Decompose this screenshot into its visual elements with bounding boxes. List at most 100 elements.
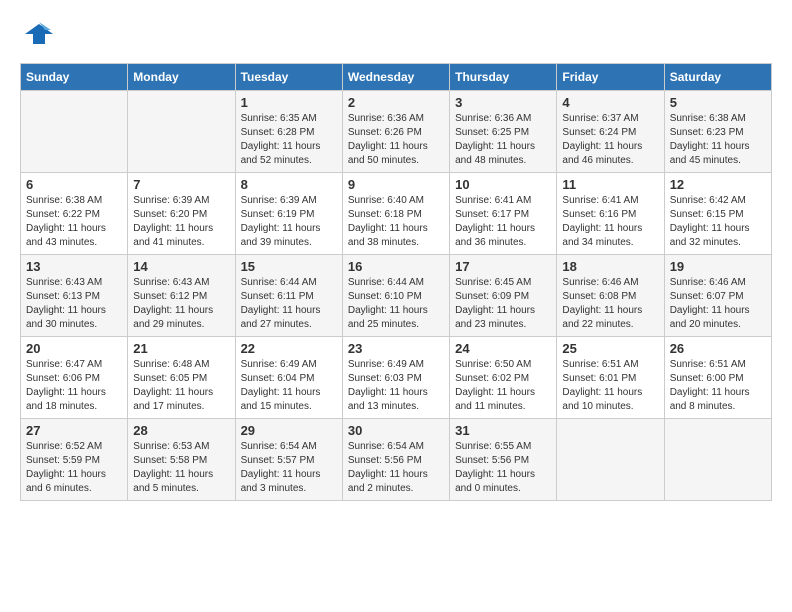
calendar-cell: 16 Sunrise: 6:44 AM Sunset: 6:10 PM Dayli…	[342, 255, 449, 337]
calendar-table: SundayMondayTuesdayWednesdayThursdayFrid…	[20, 63, 772, 501]
calendar-cell: 2 Sunrise: 6:36 AM Sunset: 6:26 PM Daylig…	[342, 91, 449, 173]
calendar-cell: 4Sunrise: 6:37 AM Sunset: 6:24 PM Daylig…	[557, 91, 664, 173]
day-number: 2	[348, 95, 444, 110]
calendar-cell: 7Sunrise: 6:39 AM Sunset: 6:20 PM Daylig…	[128, 173, 235, 255]
calendar-cell: 19 Sunrise: 6:46 AM Sunset: 6:07 PM Dayli…	[664, 255, 771, 337]
day-number: 15	[241, 259, 337, 274]
calendar-cell: 12 Sunrise: 6:42 AM Sunset: 6:15 PM Dayli…	[664, 173, 771, 255]
calendar-cell: 11Sunrise: 6:41 AM Sunset: 6:16 PM Dayli…	[557, 173, 664, 255]
day-details: Sunrise: 6:50 AM Sunset: 6:02 PM Dayligh…	[455, 358, 551, 414]
calendar-cell: 27 Sunrise: 6:52 AM Sunset: 5:59 PM Dayli…	[21, 419, 128, 501]
calendar-cell: 3 Sunrise: 6:36 AM Sunset: 6:25 PM Daylig…	[450, 91, 557, 173]
day-number: 19	[670, 259, 766, 274]
weekday-header-tuesday: Tuesday	[235, 64, 342, 91]
day-number: 10	[455, 177, 551, 192]
calendar-cell: 21 Sunrise: 6:48 AM Sunset: 6:05 PM Dayli…	[128, 337, 235, 419]
day-details: Sunrise: 6:54 AM Sunset: 5:56 PM Dayligh…	[348, 440, 444, 496]
calendar-cell: 31 Sunrise: 6:55 AM Sunset: 5:56 PM Dayli…	[450, 419, 557, 501]
calendar-cell	[21, 91, 128, 173]
weekday-header-monday: Monday	[128, 64, 235, 91]
calendar-cell: 20Sunrise: 6:47 AM Sunset: 6:06 PM Dayli…	[21, 337, 128, 419]
calendar-cell: 18 Sunrise: 6:46 AM Sunset: 6:08 PM Dayli…	[557, 255, 664, 337]
calendar-cell	[664, 419, 771, 501]
day-number: 23	[348, 341, 444, 356]
day-number: 6	[26, 177, 122, 192]
day-number: 30	[348, 423, 444, 438]
day-details: Sunrise: 6:38 AM Sunset: 6:22 PM Dayligh…	[26, 194, 122, 250]
day-number: 1	[241, 95, 337, 110]
calendar-cell: 22 Sunrise: 6:49 AM Sunset: 6:04 PM Dayli…	[235, 337, 342, 419]
day-number: 26	[670, 341, 766, 356]
day-details: Sunrise: 6:51 AM Sunset: 6:00 PM Dayligh…	[670, 358, 766, 414]
calendar-cell: 1 Sunrise: 6:35 AM Sunset: 6:28 PM Daylig…	[235, 91, 342, 173]
weekday-header-wednesday: Wednesday	[342, 64, 449, 91]
day-number: 27	[26, 423, 122, 438]
weekday-header-sunday: Sunday	[21, 64, 128, 91]
day-details: Sunrise: 6:55 AM Sunset: 5:56 PM Dayligh…	[455, 440, 551, 496]
calendar-cell: 13 Sunrise: 6:43 AM Sunset: 6:13 PM Dayli…	[21, 255, 128, 337]
day-details: Sunrise: 6:38 AM Sunset: 6:23 PM Dayligh…	[670, 112, 766, 168]
calendar-cell: 10 Sunrise: 6:41 AM Sunset: 6:17 PM Dayli…	[450, 173, 557, 255]
day-details: Sunrise: 6:53 AM Sunset: 5:58 PM Dayligh…	[133, 440, 229, 496]
day-number: 16	[348, 259, 444, 274]
day-number: 22	[241, 341, 337, 356]
day-details: Sunrise: 6:52 AM Sunset: 5:59 PM Dayligh…	[26, 440, 122, 496]
calendar-cell: 26 Sunrise: 6:51 AM Sunset: 6:00 PM Dayli…	[664, 337, 771, 419]
calendar-cell: 23 Sunrise: 6:49 AM Sunset: 6:03 PM Dayli…	[342, 337, 449, 419]
day-number: 8	[241, 177, 337, 192]
page-header	[20, 20, 772, 53]
day-details: Sunrise: 6:44 AM Sunset: 6:10 PM Dayligh…	[348, 276, 444, 332]
day-details: Sunrise: 6:41 AM Sunset: 6:17 PM Dayligh…	[455, 194, 551, 250]
day-number: 28	[133, 423, 229, 438]
day-details: Sunrise: 6:39 AM Sunset: 6:19 PM Dayligh…	[241, 194, 337, 250]
calendar-cell: 9 Sunrise: 6:40 AM Sunset: 6:18 PM Daylig…	[342, 173, 449, 255]
day-details: Sunrise: 6:49 AM Sunset: 6:04 PM Dayligh…	[241, 358, 337, 414]
day-details: Sunrise: 6:36 AM Sunset: 6:26 PM Dayligh…	[348, 112, 444, 168]
week-row-5: 27 Sunrise: 6:52 AM Sunset: 5:59 PM Dayli…	[21, 419, 772, 501]
day-details: Sunrise: 6:36 AM Sunset: 6:25 PM Dayligh…	[455, 112, 551, 168]
day-number: 21	[133, 341, 229, 356]
calendar-cell	[128, 91, 235, 173]
day-number: 31	[455, 423, 551, 438]
day-number: 25	[562, 341, 658, 356]
day-details: Sunrise: 6:42 AM Sunset: 6:15 PM Dayligh…	[670, 194, 766, 250]
day-number: 18	[562, 259, 658, 274]
calendar-cell: 8 Sunrise: 6:39 AM Sunset: 6:19 PM Daylig…	[235, 173, 342, 255]
day-details: Sunrise: 6:41 AM Sunset: 6:16 PM Dayligh…	[562, 194, 658, 250]
day-details: Sunrise: 6:43 AM Sunset: 6:12 PM Dayligh…	[133, 276, 229, 332]
day-details: Sunrise: 6:43 AM Sunset: 6:13 PM Dayligh…	[26, 276, 122, 332]
day-number: 13	[26, 259, 122, 274]
day-details: Sunrise: 6:47 AM Sunset: 6:06 PM Dayligh…	[26, 358, 122, 414]
calendar-cell: 29 Sunrise: 6:54 AM Sunset: 5:57 PM Dayli…	[235, 419, 342, 501]
weekday-header-saturday: Saturday	[664, 64, 771, 91]
day-number: 17	[455, 259, 551, 274]
calendar-cell	[557, 419, 664, 501]
day-number: 29	[241, 423, 337, 438]
week-row-2: 6 Sunrise: 6:38 AM Sunset: 6:22 PM Daylig…	[21, 173, 772, 255]
calendar-cell: 15Sunrise: 6:44 AM Sunset: 6:11 PM Dayli…	[235, 255, 342, 337]
calendar-cell: 28 Sunrise: 6:53 AM Sunset: 5:58 PM Dayli…	[128, 419, 235, 501]
day-details: Sunrise: 6:48 AM Sunset: 6:05 PM Dayligh…	[133, 358, 229, 414]
day-number: 5	[670, 95, 766, 110]
day-details: Sunrise: 6:49 AM Sunset: 6:03 PM Dayligh…	[348, 358, 444, 414]
calendar-cell: 17Sunrise: 6:45 AM Sunset: 6:09 PM Dayli…	[450, 255, 557, 337]
day-number: 3	[455, 95, 551, 110]
day-number: 14	[133, 259, 229, 274]
day-details: Sunrise: 6:40 AM Sunset: 6:18 PM Dayligh…	[348, 194, 444, 250]
calendar-cell: 6 Sunrise: 6:38 AM Sunset: 6:22 PM Daylig…	[21, 173, 128, 255]
day-details: Sunrise: 6:46 AM Sunset: 6:07 PM Dayligh…	[670, 276, 766, 332]
week-row-1: 1 Sunrise: 6:35 AM Sunset: 6:28 PM Daylig…	[21, 91, 772, 173]
logo	[20, 20, 53, 53]
logo-bird-icon	[25, 20, 53, 48]
day-details: Sunrise: 6:46 AM Sunset: 6:08 PM Dayligh…	[562, 276, 658, 332]
day-details: Sunrise: 6:39 AM Sunset: 6:20 PM Dayligh…	[133, 194, 229, 250]
day-details: Sunrise: 6:35 AM Sunset: 6:28 PM Dayligh…	[241, 112, 337, 168]
day-details: Sunrise: 6:51 AM Sunset: 6:01 PM Dayligh…	[562, 358, 658, 414]
day-number: 9	[348, 177, 444, 192]
week-row-3: 13 Sunrise: 6:43 AM Sunset: 6:13 PM Dayli…	[21, 255, 772, 337]
week-row-4: 20Sunrise: 6:47 AM Sunset: 6:06 PM Dayli…	[21, 337, 772, 419]
weekday-header-friday: Friday	[557, 64, 664, 91]
day-details: Sunrise: 6:54 AM Sunset: 5:57 PM Dayligh…	[241, 440, 337, 496]
calendar-cell: 5 Sunrise: 6:38 AM Sunset: 6:23 PM Daylig…	[664, 91, 771, 173]
day-number: 12	[670, 177, 766, 192]
